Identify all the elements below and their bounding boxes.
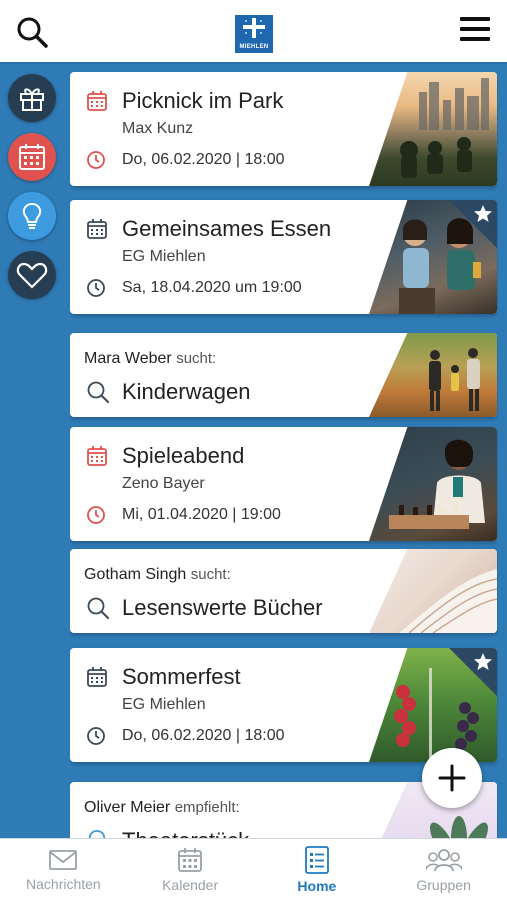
recommendation-item: Theaterstück xyxy=(122,828,249,838)
request-photo-stroller xyxy=(369,333,497,417)
tab-label: Home xyxy=(297,877,337,894)
event-date: Do, 06.02.2020 | 18:00 xyxy=(122,727,285,744)
search-icon xyxy=(87,597,109,619)
favorites-filter-button[interactable] xyxy=(8,251,56,299)
plus-icon xyxy=(438,764,466,792)
request-verb: sucht: xyxy=(176,350,217,367)
search-icon[interactable] xyxy=(16,16,50,50)
request-author-line: Gotham Singh sucht: xyxy=(84,566,231,584)
event-host: EG Miehlen xyxy=(122,248,206,265)
calendar-icon xyxy=(87,219,107,239)
star-icon xyxy=(474,653,492,670)
bottom-navigation: Nachrichten Kalender Home Gruppen xyxy=(0,838,507,900)
event-card[interactable]: Spieleabend Zeno Bayer Mi, 01.04.2020 | … xyxy=(70,427,497,541)
event-card[interactable]: Picknick im Park Max Kunz Do, 06.02.2020… xyxy=(70,72,497,186)
clock-icon xyxy=(87,727,105,745)
activity-feed[interactable]: Picknick im Park Max Kunz Do, 06.02.2020… xyxy=(70,72,498,838)
tab-kalender[interactable]: Kalender xyxy=(127,839,254,900)
group-icon xyxy=(425,848,462,871)
recommendation-author-line: Oliver Meier empfiehlt: xyxy=(84,799,240,817)
event-title: Picknick im Park xyxy=(122,88,284,113)
top-app-bar: MIEHLEN xyxy=(0,0,507,64)
request-verb: sucht: xyxy=(190,566,231,583)
star-icon xyxy=(474,205,492,222)
clock-icon xyxy=(87,506,105,524)
event-host: Max Kunz xyxy=(122,120,194,137)
tab-label: Gruppen xyxy=(416,876,471,893)
event-photo-picnic xyxy=(369,72,497,186)
lightbulb-icon xyxy=(88,830,106,838)
lightbulb-icon xyxy=(22,202,42,229)
request-author: Gotham Singh xyxy=(84,566,187,583)
tab-home[interactable]: Home xyxy=(254,839,381,900)
logo-text: MIEHLEN xyxy=(239,44,269,50)
event-card[interactable]: Gemeinsames Essen EG Miehlen Sa, 18.04.2… xyxy=(70,200,497,314)
hamburger-menu-icon[interactable] xyxy=(460,16,492,42)
search-request-card[interactable]: Mara Weber sucht: Kinderwagen xyxy=(70,333,497,417)
search-icon xyxy=(87,381,109,403)
idea-filter-button[interactable] xyxy=(8,192,56,240)
envelope-icon xyxy=(49,849,78,870)
heart-icon xyxy=(16,262,48,289)
event-host: Zeno Bayer xyxy=(122,475,205,492)
request-author-line: Mara Weber sucht: xyxy=(84,350,216,368)
app-logo: MIEHLEN xyxy=(235,15,273,53)
tab-gruppen[interactable]: Gruppen xyxy=(380,839,507,900)
event-date: Do, 06.02.2020 | 18:00 xyxy=(122,151,285,168)
recommendation-author: Oliver Meier xyxy=(84,799,171,816)
clock-icon xyxy=(87,151,105,169)
calendar-filter-button[interactable] xyxy=(8,133,56,181)
search-request-card[interactable]: Gotham Singh sucht: Lesenswerte Bücher xyxy=(70,549,497,633)
calendar-icon xyxy=(87,446,107,466)
request-author: Mara Weber xyxy=(84,350,172,367)
event-photo-chess xyxy=(369,427,497,541)
event-date: Sa, 18.04.2020 um 19:00 xyxy=(122,279,302,296)
tab-label: Nachrichten xyxy=(26,875,101,892)
request-item: Lesenswerte Bücher xyxy=(122,595,323,620)
gift-icon xyxy=(20,88,44,111)
event-card[interactable]: Sommerfest EG Miehlen Do, 06.02.2020 | 1… xyxy=(70,648,497,762)
calendar-icon xyxy=(178,847,203,872)
event-host: EG Miehlen xyxy=(122,696,206,713)
event-title: Spieleabend xyxy=(122,443,245,468)
tab-label: Kalender xyxy=(162,876,219,893)
add-post-button[interactable] xyxy=(422,748,482,808)
calendar-icon xyxy=(87,91,107,111)
clock-icon xyxy=(87,279,105,297)
tab-nachrichten[interactable]: Nachrichten xyxy=(0,839,127,900)
event-title: Sommerfest xyxy=(122,664,241,689)
side-filter-nav xyxy=(8,74,58,310)
event-date: Mi, 01.04.2020 | 19:00 xyxy=(122,506,281,523)
recommendation-verb: empfiehlt: xyxy=(174,799,240,816)
event-title: Gemeinsames Essen xyxy=(122,216,332,241)
gift-filter-button[interactable] xyxy=(8,74,56,122)
list-document-icon xyxy=(304,845,329,874)
request-photo-books xyxy=(369,549,497,633)
calendar-icon xyxy=(87,667,107,687)
request-item: Kinderwagen xyxy=(122,379,251,404)
calendar-icon xyxy=(19,144,45,170)
